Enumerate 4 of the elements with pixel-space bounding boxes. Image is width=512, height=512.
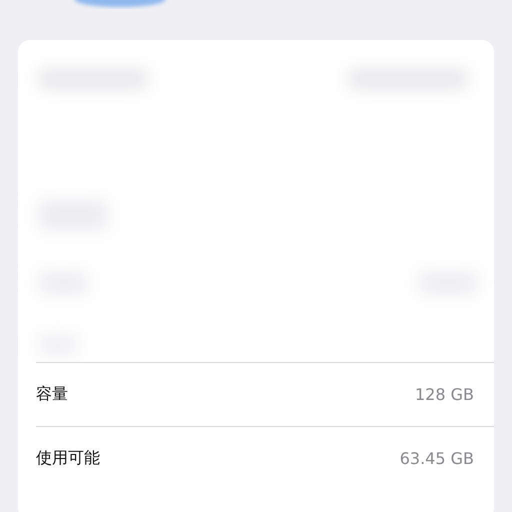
row-value: 63.45 GB: [400, 449, 474, 468]
row-value: 128 GB: [415, 385, 474, 404]
row-label: 容量: [36, 384, 68, 405]
row-label: 使用可能: [36, 448, 100, 469]
